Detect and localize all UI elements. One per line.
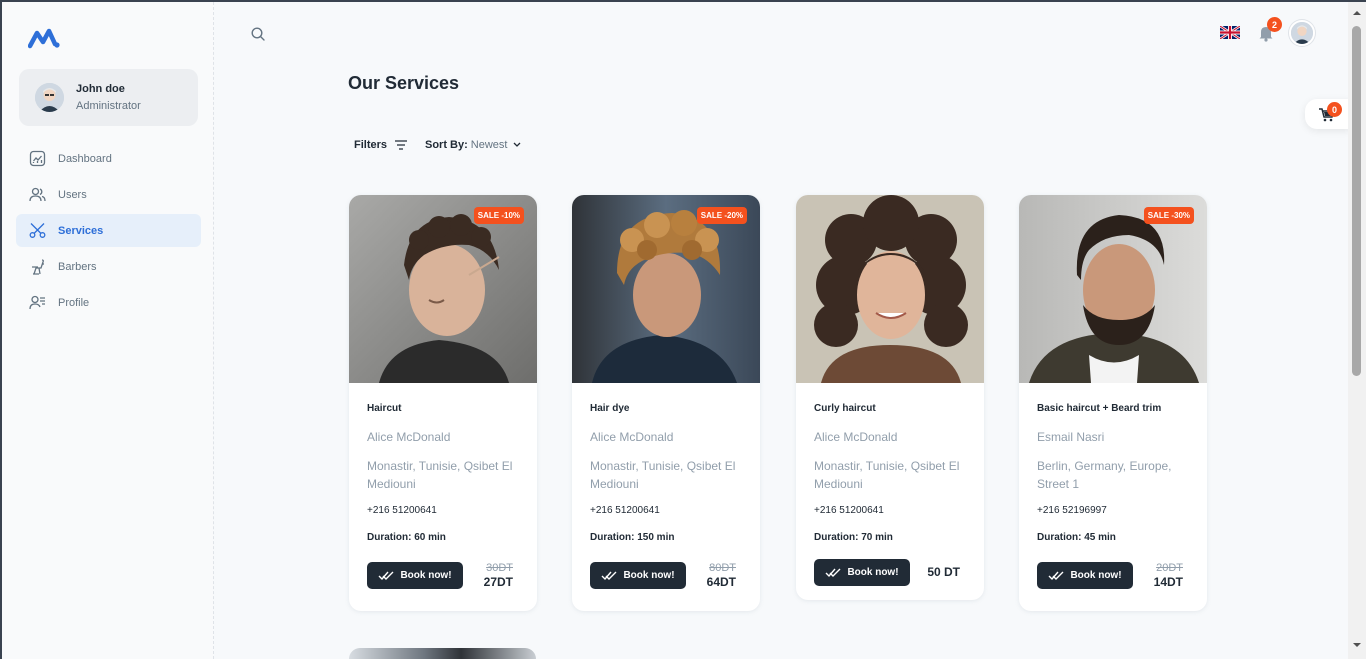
sidebar-item-barbers[interactable]: Barbers (16, 250, 201, 283)
service-address: Monastir, Tunisie, Qsibet El Mediouni (814, 459, 960, 491)
current-price: 50 DT (927, 565, 960, 579)
service-price: 30DT 27DT (484, 562, 513, 589)
profile-icon (29, 294, 46, 311)
sale-badge: SALE -10% (473, 207, 524, 224)
current-price: 64DT (706, 574, 736, 589)
sidebar-nav: Dashboard Users Services Barbers Profile (16, 142, 201, 322)
barber-chair-icon (29, 258, 46, 275)
user-role: Administrator (76, 100, 141, 112)
book-now-button[interactable]: Book now! (590, 561, 686, 589)
sidebar-item-label: Profile (58, 296, 90, 309)
service-title: Haircut (367, 403, 402, 414)
sidebar-item-label: Dashboard (58, 152, 112, 165)
uk-flag-icon[interactable] (1220, 26, 1240, 39)
service-title: Basic haircut + Beard trim (1037, 403, 1162, 414)
sidebar-item-dashboard[interactable]: Dashboard (16, 142, 201, 175)
checkmark-icon (601, 571, 617, 580)
sale-badge: SALE -30% (1143, 207, 1194, 224)
checkmark-icon (378, 571, 394, 580)
sort-value: Newest (470, 139, 508, 151)
service-barber: Alice McDonald (590, 430, 674, 444)
scroll-down-icon[interactable] (1352, 640, 1362, 650)
service-price: 80DT 64DT (707, 562, 736, 589)
service-card: SALE -20% Hair dye Alice McDonald Monast… (572, 195, 760, 611)
sidebar-item-profile[interactable]: Profile (16, 286, 201, 319)
book-now-button[interactable]: Book now! (1037, 561, 1133, 589)
sidebar-item-services[interactable]: Services (16, 214, 201, 247)
service-price: 50 DT (927, 563, 960, 581)
service-phone: +216 51200641 (367, 505, 437, 516)
service-address: Monastir, Tunisie, Qsibet El Mediouni (590, 459, 736, 491)
scrollbar[interactable] (1348, 2, 1366, 659)
users-icon (29, 186, 46, 203)
service-duration: Duration: 45 min (1037, 532, 1116, 543)
filters-button[interactable]: Filters (354, 139, 408, 151)
service-price: 20DT 14DT (1154, 562, 1183, 589)
checkmark-icon (1048, 571, 1064, 580)
book-now-label: Book now! (847, 566, 899, 578)
avatar (35, 83, 64, 112)
chevron-down-icon (514, 142, 521, 147)
service-image: SALE -20% (572, 195, 760, 383)
sidebar-item-users[interactable]: Users (16, 178, 201, 211)
service-barber: Alice McDonald (814, 430, 898, 444)
service-address: Monastir, Tunisie, Qsibet El Mediouni (367, 459, 513, 491)
sidebar-item-label: Barbers (58, 260, 97, 273)
service-card: Curly haircut Alice McDonald Monastir, T… (796, 195, 984, 600)
old-price: 20DT (1156, 561, 1183, 574)
service-card: SALE -30% Basic haircut + Beard trim Esm… (1019, 195, 1207, 611)
service-title: Hair dye (590, 403, 630, 414)
current-price: 27DT (483, 574, 513, 589)
service-title: Curly haircut (814, 403, 876, 414)
scissors-icon (29, 222, 46, 239)
checkmark-icon (825, 568, 841, 577)
service-image: SALE -30% (1019, 195, 1207, 383)
service-duration: Duration: 150 min (590, 532, 675, 543)
service-duration: Duration: 60 min (367, 532, 446, 543)
cart-badge: 0 (1327, 102, 1342, 117)
book-now-button[interactable]: Book now! (814, 558, 910, 586)
service-phone: +216 52196997 (1037, 505, 1107, 516)
book-now-button[interactable]: Book now! (367, 561, 463, 589)
search-icon[interactable] (250, 26, 266, 42)
page-title: Our Services (348, 73, 460, 93)
sidebar-item-label: Services (58, 224, 104, 237)
book-now-label: Book now! (623, 569, 675, 581)
filters-label: Filters (354, 139, 388, 151)
sort-dropdown[interactable]: Sort By: Newest (425, 139, 521, 151)
logo-icon[interactable] (28, 27, 60, 49)
service-image: SALE -10% (349, 195, 537, 383)
dashboard-icon (29, 150, 46, 167)
account-card[interactable]: John doe Administrator (19, 69, 198, 126)
notification-badge: 2 (1267, 17, 1282, 32)
service-card-partial (349, 648, 536, 659)
scrollbar-thumb[interactable] (1352, 26, 1361, 376)
user-name: John doe (76, 83, 125, 95)
sidebar-item-label: Users (58, 188, 87, 201)
filter-icon (395, 140, 408, 150)
avatar[interactable] (1289, 20, 1315, 46)
sale-badge: SALE -20% (696, 207, 747, 224)
current-price: 14DT (1153, 574, 1183, 589)
sort-label: Sort By: (425, 139, 468, 151)
service-address: Berlin, Germany, Europe, Street 1 (1037, 459, 1172, 491)
service-duration: Duration: 70 min (814, 532, 893, 543)
old-price: 80DT (709, 561, 736, 574)
book-now-label: Book now! (1070, 569, 1122, 581)
service-barber: Alice McDonald (367, 430, 451, 444)
scroll-up-icon[interactable] (1352, 8, 1362, 18)
service-phone: +216 51200641 (590, 505, 660, 516)
service-image (796, 195, 984, 383)
sidebar: John doe Administrator Dashboard Users S… (2, 2, 214, 659)
service-barber: Esmail Nasri (1037, 430, 1105, 444)
service-phone: +216 51200641 (814, 505, 884, 516)
old-price: 30DT (486, 561, 513, 574)
service-card: SALE -10% Haircut Alice McDonald Monasti… (349, 195, 537, 611)
book-now-label: Book now! (400, 569, 452, 581)
